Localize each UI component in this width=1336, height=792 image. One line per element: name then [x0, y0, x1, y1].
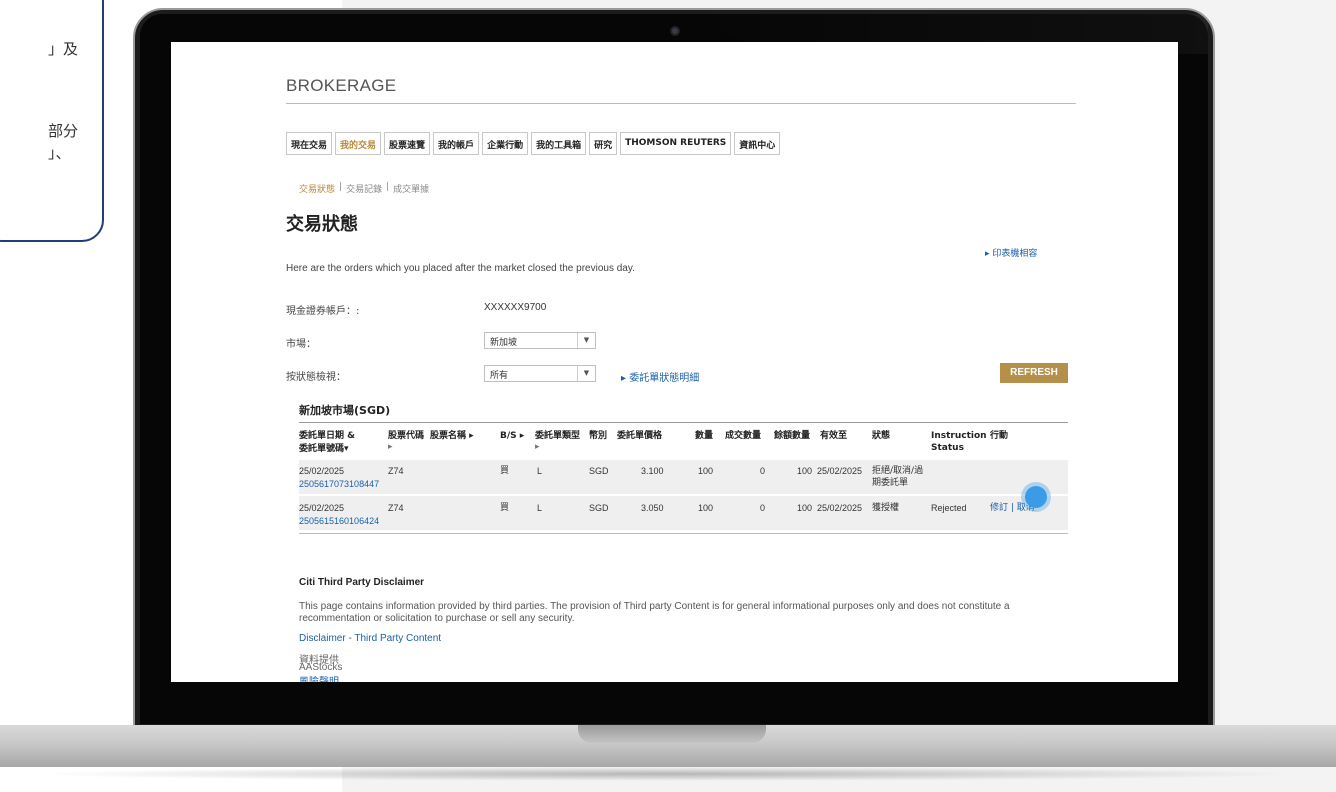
account-value: XXXXXX9700: [484, 302, 547, 313]
header-instruction-status-2: Status: [931, 443, 964, 453]
row2-instruction-status: Rejected: [931, 503, 967, 513]
status-filter-select[interactable]: 所有 ▼: [484, 365, 596, 382]
subnav-separator: |: [386, 182, 390, 192]
header-buy-sell[interactable]: B/S ▸: [500, 430, 524, 442]
row2-valid-until: 25/02/2025: [817, 503, 863, 513]
row1-stock-code: Z74: [388, 466, 404, 476]
chevron-down-icon: ▼: [577, 366, 595, 381]
row1-filled: 0: [760, 466, 766, 476]
row-separator: [299, 494, 1068, 495]
disclaimer-text: This page contains information provided …: [299, 601, 1010, 624]
disclaimer-heading: Citi Third Party Disclaimer: [299, 577, 425, 588]
printer-friendly-link[interactable]: ▸ 印表機相容: [985, 246, 1037, 259]
header-filled-quantity: 成交數量: [725, 431, 762, 441]
market-label: 市場：: [286, 339, 316, 350]
header-currency: 幣別: [589, 431, 608, 441]
subnav-trade-status[interactable]: 交易狀態: [299, 182, 335, 195]
row2-stock-code: Z74: [388, 503, 404, 513]
row2-order-type: L: [537, 503, 543, 513]
tab-my-account[interactable]: 我的帳戶: [433, 132, 480, 155]
header-instruction-status: Instruction: [931, 431, 987, 441]
orders-note: Here are the orders which you placed aft…: [286, 263, 635, 274]
header-stock-name[interactable]: 股票名稱 ▸: [430, 430, 474, 442]
order-status-details-link[interactable]: ▸ 委託單狀態明細: [621, 369, 699, 384]
tab-corporate-actions[interactable]: 企業行動: [482, 132, 529, 155]
callout-text-3: 」、: [48, 144, 71, 162]
row1-order-number[interactable]: 2505617073108447: [299, 478, 379, 490]
laptop-notch: [578, 725, 766, 743]
data-source-name: AAStocks: [299, 662, 343, 673]
row1-date: 25/02/2025: [299, 466, 345, 476]
header-order-number[interactable]: 委託單號碼▾: [299, 443, 349, 455]
header-stock-code[interactable]: 股票代碼: [388, 430, 424, 442]
header-action: 行動: [990, 431, 1009, 441]
row2-filled: 0: [760, 503, 766, 513]
chevron-down-icon: ▼: [577, 333, 595, 348]
touch-indicator: [1025, 486, 1047, 508]
divider: [299, 422, 1068, 423]
laptop-shadow: [30, 767, 1306, 781]
subnav-contract-notes[interactable]: 成交單據: [393, 182, 429, 195]
tab-trade-now[interactable]: 現在交易: [286, 132, 333, 155]
table-row: [299, 460, 1068, 494]
page-title: 交易狀態: [286, 214, 358, 235]
row1-status-2: 期委託單: [872, 478, 909, 488]
row1-order-type: L: [537, 466, 543, 476]
callout-text-1: 」及: [48, 40, 79, 58]
subnav-separator: |: [339, 182, 343, 192]
row1-quantity: 100: [698, 466, 714, 476]
sub-navigation: 交易狀態 | 交易記錄 | 成交單據: [299, 182, 429, 195]
disclaimer-link[interactable]: Disclaimer - Third Party Content: [299, 633, 441, 644]
status-filter-value: 所有: [490, 371, 509, 381]
header-order-date[interactable]: 委託單日期 &: [299, 430, 355, 442]
table-bottom-border: [299, 533, 1068, 534]
tab-stock-overview[interactable]: 股票速覽: [384, 132, 431, 155]
row1-price: 3.100: [641, 466, 664, 476]
section-title: 新加坡市場(SGD): [299, 404, 391, 417]
refresh-button[interactable]: REFRESH: [1000, 363, 1068, 383]
row2-buy-sell: 買: [500, 503, 510, 513]
tab-my-trades[interactable]: 我的交易: [335, 132, 382, 155]
brand-title: BROKERAGE: [286, 76, 397, 95]
row2-order-number[interactable]: 2505615160106424: [299, 515, 379, 527]
row2-quantity: 100: [698, 503, 714, 513]
market-select-value: 新加坡: [490, 338, 518, 348]
callout-box: 」及 部分 」、: [0, 0, 104, 242]
main-tabs: 現在交易 我的交易 股票速覽 我的帳戶 企業行動 我的工具箱 研究 THOMSO…: [286, 132, 781, 155]
sort-arrow-icon: ▸: [388, 442, 393, 452]
row2-currency: SGD: [589, 503, 609, 513]
header-order-price: 委託單價格: [617, 431, 663, 441]
status-filter-label: 按狀態檢視：: [286, 372, 346, 383]
row2-date: 25/02/2025: [299, 503, 345, 513]
account-label: 現金證券帳戶：:: [286, 306, 360, 317]
camera-icon: [670, 26, 680, 36]
tab-research[interactable]: 研究: [589, 132, 618, 155]
tab-info-center[interactable]: 資訊中心: [734, 132, 781, 155]
row1-remaining: 100: [797, 466, 813, 476]
row1-status: 拒絕/取消/過: [872, 466, 924, 476]
header-valid-until: 有效至: [820, 431, 848, 441]
row2-price: 3.050: [641, 503, 664, 513]
subnav-trade-history[interactable]: 交易記錄: [346, 182, 382, 195]
header-quantity: 數量: [695, 431, 714, 441]
row1-buy-sell: 買: [500, 466, 510, 476]
tab-my-toolbox[interactable]: 我的工具箱: [531, 132, 587, 155]
header-status: 狀態: [872, 431, 891, 441]
risk-disclosure-link[interactable]: 風險聲明: [299, 673, 339, 682]
header-order-type[interactable]: 委託單類型: [535, 430, 580, 442]
sort-arrow-icon: ▸: [535, 442, 540, 452]
row2-status: 獲授權: [872, 503, 900, 513]
tab-thomson-reuters[interactable]: THOMSON REUTERS: [620, 132, 732, 155]
row2-remaining: 100: [797, 503, 813, 513]
divider: [286, 103, 1076, 104]
row1-currency: SGD: [589, 466, 609, 476]
laptop-screen: BROKERAGE 現在交易 我的交易 股票速覽 我的帳戶 企業行動 我的工具箱…: [171, 42, 1178, 682]
header-remaining-quantity: 餘額數量: [774, 431, 811, 441]
market-select[interactable]: 新加坡 ▼: [484, 332, 596, 349]
callout-text-2: 部分: [48, 122, 79, 140]
row1-valid-until: 25/02/2025: [817, 466, 863, 476]
